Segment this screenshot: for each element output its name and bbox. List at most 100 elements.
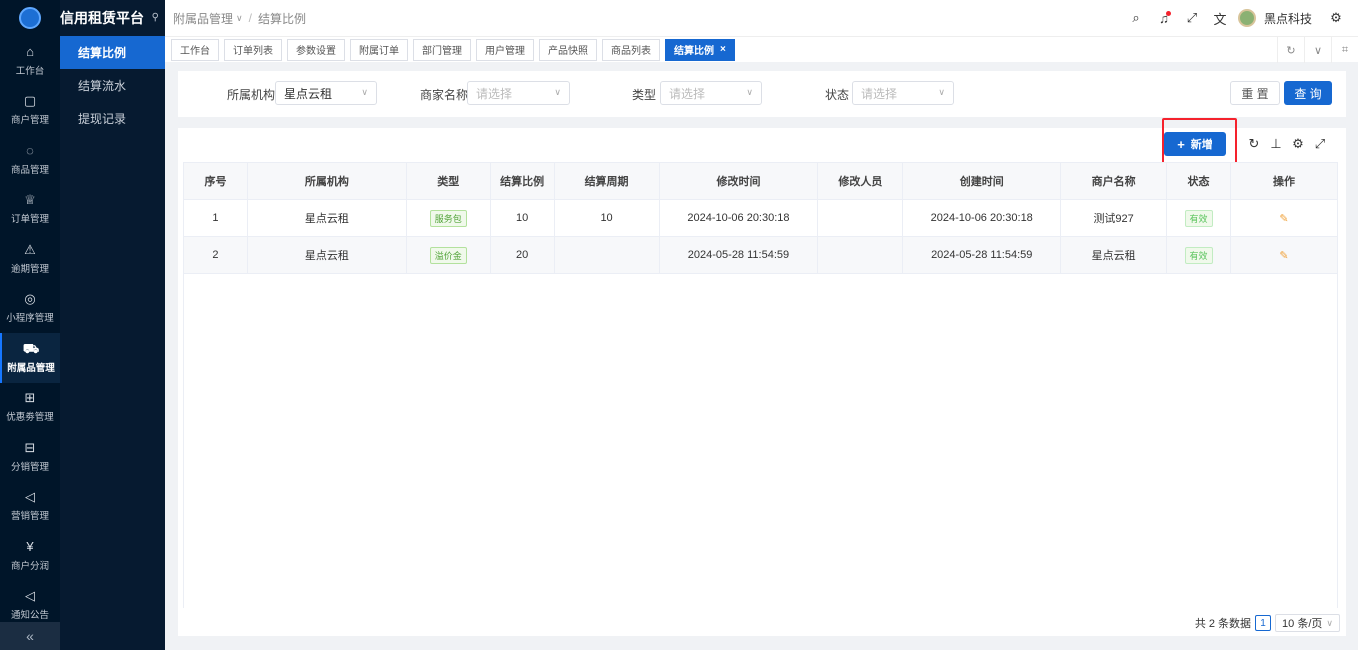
maximize-icon[interactable]: ⌗ [1331, 37, 1358, 63]
notification-dot [1165, 10, 1171, 16]
rail-item[interactable]: ⊟ 分销管理 [0, 432, 60, 482]
gift-icon: ⊞ [24, 390, 36, 406]
collapse-icon[interactable]: « [0, 622, 60, 650]
rail-item[interactable]: ◌ 商品管理 [0, 135, 60, 185]
column-header: 修改人员 [817, 162, 904, 200]
tab-item[interactable]: 订单列表 [224, 38, 282, 61]
column-height-icon[interactable]: ⊥ [1265, 136, 1287, 152]
page-size-select[interactable]: 10 条/页 ∨ [1275, 614, 1340, 632]
reset-button[interactable]: 重 置 [1230, 81, 1280, 105]
type-label: 类型 [632, 88, 657, 102]
cell-cycle [553, 236, 660, 274]
search-icon[interactable]: ⌕ [1122, 10, 1150, 26]
user-name[interactable]: 黑点科技 [1264, 10, 1312, 27]
edit-icon[interactable]: ✎ [1279, 213, 1288, 225]
side-menu-item[interactable]: 提现记录 [60, 102, 165, 135]
breadcrumb-separator: / [248, 11, 252, 25]
megaphone-icon: ◁ [25, 489, 35, 505]
org-label: 所属机构 [227, 88, 276, 102]
tab-label: 参数设置 [296, 46, 336, 57]
tab-label: 附属订单 [359, 46, 399, 57]
org-select[interactable]: 星点云租 ∨ [275, 81, 377, 105]
pin-icon[interactable]: ⚲ [152, 12, 159, 23]
type-select[interactable]: 请选择 ∨ [660, 81, 762, 105]
table-row[interactable]: 1 星点云租 服务包 10 10 2024-10-06 20:30:18 2024-10-0… [183, 199, 1338, 237]
rail-item[interactable]: ¥ 商户分润 [0, 531, 60, 581]
avatar[interactable] [1237, 9, 1256, 27]
rail-item[interactable]: ▢ 商户管理 [0, 86, 60, 136]
side-menu-item[interactable]: 结算流水 [60, 69, 165, 102]
trophy-icon: ♕ [24, 192, 36, 208]
rail-item[interactable]: ⌂ 工作台 [0, 36, 60, 86]
fullscreen-icon[interactable]: ⤢ [1309, 136, 1331, 152]
rail-item-label: 营销管理 [10, 511, 49, 523]
edit-icon[interactable]: ✎ [1279, 250, 1288, 262]
status-label: 状态 [825, 88, 850, 102]
bell-icon[interactable]: ♫ [1150, 10, 1178, 26]
tab-item[interactable]: 结算比例 × [665, 38, 735, 61]
column-header: 所属机构 [246, 162, 407, 200]
status-badge: 有效 [1184, 209, 1213, 227]
tab-item[interactable]: 产品快照 [539, 38, 597, 61]
side-menu-item[interactable]: 结算比例 [60, 36, 165, 69]
chevron-down-icon: ∨ [236, 12, 243, 23]
cell-ratio: 20 [489, 236, 555, 274]
tab-bar: 工作台 订单列表 参数设置 附属订单 部门管理 用户管理 产品快照 商品列表 结算比例 × ↻ ∨… [165, 36, 1358, 63]
status-select[interactable]: 请选择 ∨ [852, 81, 954, 105]
merchant-select[interactable]: 请选择 ∨ [467, 81, 570, 105]
breadcrumb-parent[interactable]: 附属品管理 [173, 10, 233, 27]
tab-item[interactable]: 参数设置 [287, 38, 345, 61]
cell-created: 2024-10-06 20:30:18 [902, 199, 1062, 237]
rail-item-label: 商户分润 [10, 560, 49, 572]
cell-modified: 2024-05-28 11:54:59 [658, 236, 819, 274]
tab-item[interactable]: 附属订单 [350, 38, 408, 61]
query-button[interactable]: 查 询 [1284, 81, 1332, 105]
rail-item-label: 商户管理 [10, 115, 49, 127]
rail-item[interactable]: ⛟ 附属品管理 [0, 333, 60, 383]
gear-icon[interactable]: ⚙ [1322, 10, 1350, 26]
calculator-icon: ⊟ [24, 439, 36, 455]
cell-modifier [817, 199, 904, 237]
tab-label: 商品列表 [611, 46, 651, 57]
cell-merchant: 星点云租 [1060, 236, 1168, 274]
logo [0, 0, 60, 36]
rail-item-label: 商品管理 [10, 164, 49, 176]
breadcrumb: 附属品管理 ∨ / 结算比例 [173, 10, 306, 27]
tab-item[interactable]: 商品列表 [602, 38, 660, 61]
settings-icon[interactable]: ⚙ [1287, 136, 1309, 152]
tab-item[interactable]: 工作台 [171, 38, 219, 61]
chevron-down-icon: ∨ [938, 87, 945, 97]
refresh-icon[interactable]: ↻ [1277, 37, 1304, 63]
cell-no: 2 [183, 236, 248, 274]
rail-item-label: 附属品管理 [7, 362, 55, 374]
rail-item[interactable]: ⚠ 逾期管理 [0, 234, 60, 284]
content-panel: + 新增 ↻ ⊥ ⚙ ⤢ 序号 所属机构 类型 结算比例 结算周期 修改时间 修改人员 创建时… [178, 118, 1346, 636]
add-button[interactable]: + 新增 [1164, 132, 1226, 156]
tab-item[interactable]: 用户管理 [476, 38, 534, 61]
tab-label: 产品快照 [548, 46, 588, 57]
translate-icon[interactable]: 文 [1206, 9, 1234, 28]
fullscreen-icon[interactable]: ⤢ [1178, 10, 1206, 26]
rail-item[interactable]: ⊞ 优惠劵管理 [0, 383, 60, 433]
chip-icon: ◎ [24, 291, 36, 307]
add-button-label: 新增 [1190, 139, 1213, 151]
alarm-icon: ⚠ [24, 241, 36, 257]
chevron-down-icon: ∨ [746, 87, 753, 97]
rail-item[interactable]: ◁ 营销管理 [0, 482, 60, 532]
rail-item-label: 分销管理 [10, 461, 49, 473]
tab-item[interactable]: 部门管理 [413, 38, 471, 61]
rail-item[interactable]: ◎ 小程序管理 [0, 284, 60, 334]
column-header: 操作 [1230, 162, 1338, 200]
chevron-down-icon: ∨ [361, 87, 368, 97]
cell-modified: 2024-10-06 20:30:18 [658, 199, 819, 237]
refresh-icon[interactable]: ↻ [1243, 136, 1265, 152]
app-title-text: 信用租赁平台 [60, 10, 144, 26]
pagination-page[interactable]: 1 [1255, 615, 1272, 631]
tab-label: 工作台 [180, 46, 210, 57]
table-row[interactable]: 2 星点云租 溢价金 20 2024-05-28 11:54:59 2024-05-28 … [183, 236, 1338, 274]
rail-item[interactable]: ♕ 订单管理 [0, 185, 60, 235]
tab-label: 用户管理 [485, 46, 525, 57]
chevron-down-icon[interactable]: ∨ [1304, 37, 1331, 63]
status-select-placeholder: 请选择 [861, 86, 898, 101]
close-icon[interactable]: × [720, 44, 726, 55]
